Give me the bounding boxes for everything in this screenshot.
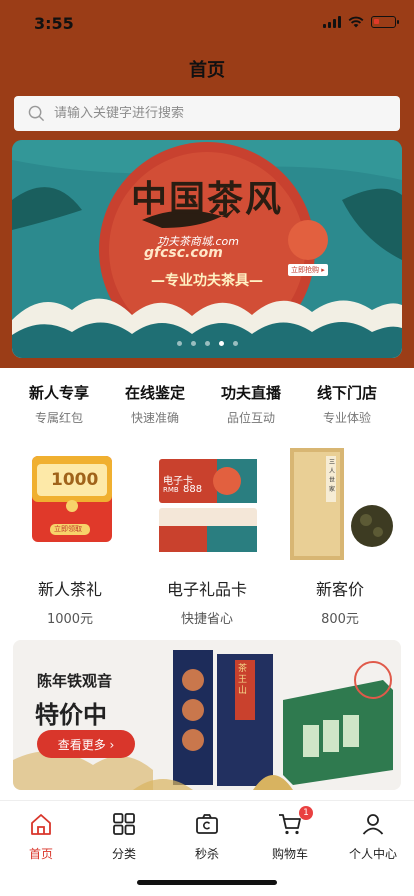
tab-home[interactable]: 首页	[6, 811, 76, 862]
feature-store[interactable]: 线下门店 专业体验	[299, 382, 395, 426]
tab-cart[interactable]: 1 购物车	[255, 806, 325, 862]
tab-label: 首页	[28, 847, 53, 861]
promo-banner[interactable]: 茶王山 陈年铁观音 特价中 查看更多 ›	[13, 640, 401, 790]
product-name: 电子礼品卡	[166, 580, 247, 599]
banner-tag[interactable]: 立即抢购 ▸	[288, 264, 328, 276]
tea-box-text: 三人世家	[329, 459, 336, 493]
feature-subtitle: 快速准确	[130, 411, 179, 425]
search-input[interactable]	[54, 106, 374, 121]
search-bar[interactable]	[14, 96, 400, 131]
carousel-dot[interactable]	[190, 341, 196, 346]
status-time: 3:55	[34, 14, 74, 33]
product-new-customer[interactable]: 三人世家 新客价 800元	[280, 444, 400, 627]
tab-profile[interactable]: 个人中心	[338, 811, 408, 862]
carousel-dot[interactable]	[204, 341, 210, 346]
tab-label: 个人中心	[348, 847, 397, 861]
red-envelope-button: 立即领取	[54, 525, 82, 533]
feature-appraisal[interactable]: 在线鉴定 快速准确	[107, 382, 203, 426]
feature-subtitle: 专业体验	[322, 411, 371, 425]
carousel-dot[interactable]	[232, 341, 238, 346]
view-more-button[interactable]: 查看更多 ›	[37, 730, 135, 758]
feature-title: 功夫直播	[220, 384, 281, 402]
carousel-dot[interactable]	[176, 341, 182, 346]
feature-subtitle: 专属红包	[34, 411, 83, 425]
product-price: 1000元	[46, 612, 94, 627]
user-icon	[362, 814, 384, 835]
banner-domain: gfcsc.com	[144, 245, 223, 261]
product-new-user-gift[interactable]: 1000 立即领取 新人茶礼 1000元	[10, 444, 130, 627]
banner-carousel[interactable]: 中国茶风 功夫茶商城.com gfcsc.com —专业功夫茶具— 立即抢购 ▸	[12, 140, 402, 358]
search-icon	[28, 105, 45, 122]
header-background: 3:55 首页 请输入关键字进行搜索 中国茶风 功夫茶商城.com gfcsc.…	[0, 0, 414, 368]
carousel-dots[interactable]	[12, 341, 402, 346]
tab-label: 购物车	[271, 847, 308, 861]
product-gift-card[interactable]: 电子卡 RMB 888 电子礼品卡 快捷省心	[147, 444, 267, 627]
gift-card-value: 888	[183, 484, 203, 495]
tab-label: 秒杀	[194, 847, 219, 861]
tab-flash-sale[interactable]: 秒杀	[172, 811, 242, 862]
banner-slogan: —专业功夫茶具—	[151, 273, 263, 289]
gift-card-unit: RMB	[163, 486, 179, 494]
product-row: 1000 立即领取 新人茶礼 1000元 电子卡 RMB 888 电子礼品卡 快…	[0, 444, 414, 627]
tea-box-image: 三人世家	[280, 444, 400, 562]
feature-row: 新人专享 专属红包 在线鉴定 快速准确 功夫直播 品位互动 线下门店 专业体验	[0, 382, 414, 426]
banner-title: 中国茶风	[130, 178, 283, 220]
tab-category[interactable]: 分类	[89, 811, 159, 862]
feature-title: 在线鉴定	[124, 384, 185, 402]
promo-product-name: 陈年铁观音	[37, 672, 113, 690]
grid-icon	[113, 813, 135, 835]
home-icon	[31, 814, 51, 835]
product-name: 新人茶礼	[37, 580, 102, 599]
promo-title: 特价中	[35, 701, 107, 729]
product-price: 快捷省心	[180, 612, 233, 627]
flash-sale-icon	[196, 814, 218, 834]
red-envelope-image: 1000 立即领取	[10, 444, 130, 562]
status-icons	[323, 16, 399, 28]
home-indicator	[137, 880, 277, 885]
feature-live[interactable]: 功夫直播 品位互动	[203, 382, 299, 426]
feature-title: 线下门店	[316, 384, 377, 402]
signal-icon	[323, 16, 341, 28]
feature-title: 新人专享	[28, 384, 89, 402]
battery-icon	[371, 16, 399, 28]
cart-badge: 1	[299, 806, 313, 820]
feature-new-user[interactable]: 新人专享 专属红包	[11, 382, 107, 426]
tab-label: 分类	[111, 847, 136, 861]
carousel-dot[interactable]	[218, 341, 224, 346]
cart-icon-wrap: 1	[277, 806, 313, 837]
promo-box-text: 茶王山	[238, 664, 248, 696]
product-price: 800元	[321, 612, 359, 627]
feature-subtitle: 品位互动	[226, 411, 275, 425]
gift-card-image: 电子卡 RMB 888	[147, 444, 267, 562]
status-bar: 3:55	[0, 0, 414, 44]
red-envelope-value: 1000	[51, 470, 99, 490]
product-name: 新客价	[315, 580, 364, 599]
wifi-icon	[348, 16, 364, 28]
page-title: 首页	[189, 60, 225, 81]
